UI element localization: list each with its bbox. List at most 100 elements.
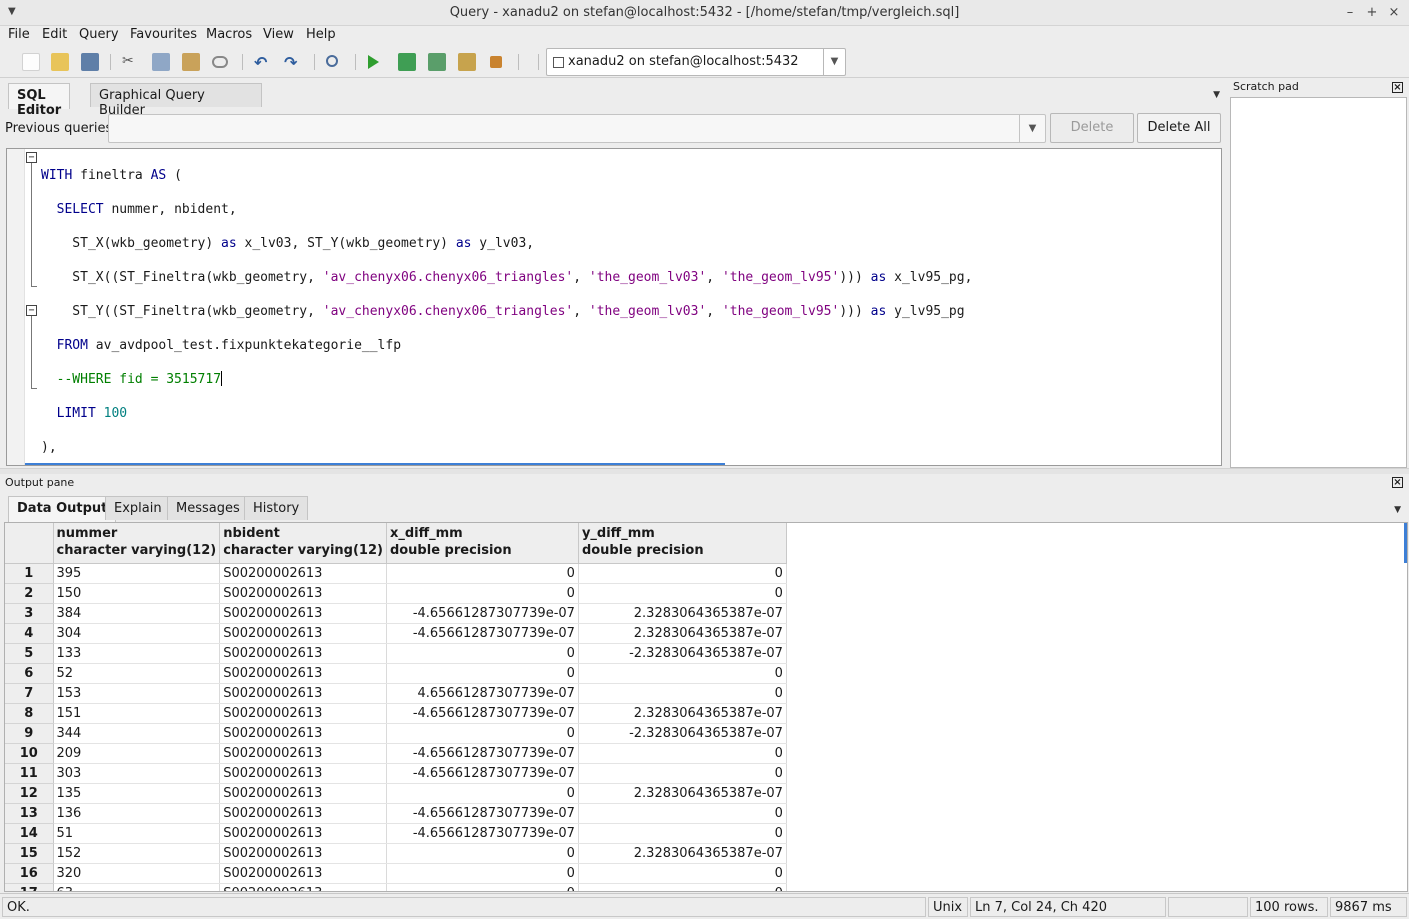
table-cell[interactable]: 0 [578,683,787,704]
menu-query[interactable]: Query [79,27,119,42]
table-row[interactable]: 9 344 S00200002613 0 -2.3283064365387e-07 [5,723,787,744]
row-number[interactable]: 15 [5,843,54,864]
tab-messages[interactable]: Messages [167,496,249,520]
table-cell[interactable]: -4.65661287307739e-07 [386,703,579,724]
row-number[interactable]: 13 [5,803,54,824]
row-number[interactable]: 1 [5,563,54,584]
table-cell[interactable]: S00200002613 [219,683,387,704]
table-cell[interactable]: 0 [578,823,787,844]
table-cell[interactable]: S00200002613 [219,843,387,864]
column-header[interactable]: nbident character varying(12) [219,523,387,564]
table-cell[interactable]: -4.65661287307739e-07 [386,743,579,764]
undo-icon[interactable]: ↶ [254,53,272,72]
table-cell[interactable]: 0 [578,663,787,684]
table-row[interactable]: 15 152 S00200002613 0 2.3283064365387e-07 [5,843,787,864]
table-cell[interactable]: 320 [53,863,221,884]
row-number[interactable]: 5 [5,643,54,664]
table-row[interactable]: 12 135 S00200002613 0 2.3283064365387e-07 [5,783,787,804]
chevron-down-icon[interactable]: ▼ [1019,115,1045,142]
table-row[interactable]: 14 51 S00200002613 -4.65661287307739e-07 0 [5,823,787,844]
table-row[interactable]: 5 133 S00200002613 0 -2.3283064365387e-07 [5,643,787,664]
connection-checkbox[interactable] [553,57,564,68]
tab-menu-icon[interactable]: ▼ [1213,90,1220,100]
table-cell[interactable]: S00200002613 [219,703,387,724]
table-row[interactable]: 10 209 S00200002613 -4.65661287307739e-07 0 [5,743,787,764]
table-cell[interactable]: 151 [53,703,221,724]
tab-history[interactable]: History [244,496,309,520]
menu-file[interactable]: File [8,27,30,42]
table-cell[interactable]: 52 [53,663,221,684]
execute-to-file-icon[interactable] [428,53,446,71]
table-cell[interactable]: S00200002613 [219,563,387,584]
row-number[interactable]: 7 [5,683,54,704]
table-cell[interactable]: S00200002613 [219,823,387,844]
table-cell[interactable]: 51 [53,823,221,844]
redo-icon[interactable]: ↷ [284,53,302,72]
table-cell[interactable]: 136 [53,803,221,824]
table-cell[interactable]: 0 [386,843,579,864]
table-row[interactable]: 13 136 S00200002613 -4.65661287307739e-07 0 [5,803,787,824]
row-number[interactable]: 10 [5,743,54,764]
delete-all-button[interactable]: Delete All [1137,113,1221,143]
table-cell[interactable]: 2.3283064365387e-07 [578,603,787,624]
horizontal-scrollbar[interactable] [25,463,725,465]
close-icon[interactable]: × [1392,477,1403,488]
minimize-button[interactable]: – [1340,3,1360,23]
table-row[interactable]: 1 395 S00200002613 0 0 [5,563,787,584]
menu-edit[interactable]: Edit [42,27,67,42]
maximize-button[interactable]: + [1362,3,1382,23]
table-cell[interactable]: 2.3283064365387e-07 [578,783,787,804]
table-cell[interactable]: 0 [578,883,787,891]
table-cell[interactable]: 0 [578,863,787,884]
table-row[interactable]: 1763S0020000261300 [5,883,787,891]
row-number[interactable]: 16 [5,863,54,884]
table-row[interactable]: 16 320 S00200002613 0 0 [5,863,787,884]
table-cell[interactable]: 4.65661287307739e-07 [386,683,579,704]
connection-select[interactable]: xanadu2 on stefan@localhost:5432 ▼ [546,48,846,76]
table-cell[interactable]: 0 [578,583,787,604]
table-cell[interactable]: 395 [53,563,221,584]
table-cell[interactable]: 2.3283064365387e-07 [578,843,787,864]
table-cell[interactable]: 133 [53,643,221,664]
column-header[interactable]: y_diff_mm double precision [578,523,787,564]
table-cell[interactable]: 0 [386,563,579,584]
table-cell[interactable]: S00200002613 [219,743,387,764]
tab-data-output[interactable]: Data Output [8,496,117,522]
table-cell[interactable]: 2.3283064365387e-07 [578,623,787,644]
execute-pgscript-icon[interactable] [398,53,416,71]
vertical-scrollbar[interactable] [1404,523,1407,563]
table-cell[interactable]: S00200002613 [219,763,387,784]
tab-sql-editor[interactable]: SQL Editor [8,83,71,118]
table-cell[interactable]: S00200002613 [219,583,387,604]
table-cell[interactable]: 0 [386,783,579,804]
row-number[interactable]: 14 [5,823,54,844]
row-number[interactable]: 3 [5,603,54,624]
table-cell[interactable]: 384 [53,603,221,624]
menu-help[interactable]: Help [306,27,336,42]
table-cell[interactable]: 0 [578,743,787,764]
table-cell[interactable]: -2.3283064365387e-07 [578,723,787,744]
table-cell[interactable]: 0 [578,563,787,584]
table-row[interactable]: 4 304 S00200002613 -4.65661287307739e-07 2.3… [5,623,787,644]
column-header[interactable]: x_diff_mm double precision [386,523,579,564]
table-cell[interactable]: 0 [386,723,579,744]
table-cell[interactable]: S00200002613 [219,883,387,891]
table-cell[interactable]: S00200002613 [219,863,387,884]
new-file-icon[interactable] [22,53,40,71]
row-number[interactable]: 9 [5,723,54,744]
menu-macros[interactable]: Macros [206,27,252,42]
table-cell[interactable]: 153 [53,683,221,704]
table-cell[interactable]: 63 [53,883,221,891]
previous-queries-select[interactable]: ▼ [108,114,1046,143]
table-cell[interactable]: 152 [53,843,221,864]
table-cell[interactable]: 304 [53,623,221,644]
copy-icon[interactable] [152,53,170,71]
row-number[interactable]: 2 [5,583,54,604]
row-number[interactable]: 17 [5,883,54,891]
row-number[interactable]: 4 [5,623,54,644]
scratch-pad-textarea[interactable] [1230,97,1407,468]
table-row[interactable]: 11 303 S00200002613 -4.65661287307739e-07 0 [5,763,787,784]
menu-favourites[interactable]: Favourites [130,27,197,42]
table-cell[interactable]: 0 [386,863,579,884]
table-cell[interactable]: 209 [53,743,221,764]
